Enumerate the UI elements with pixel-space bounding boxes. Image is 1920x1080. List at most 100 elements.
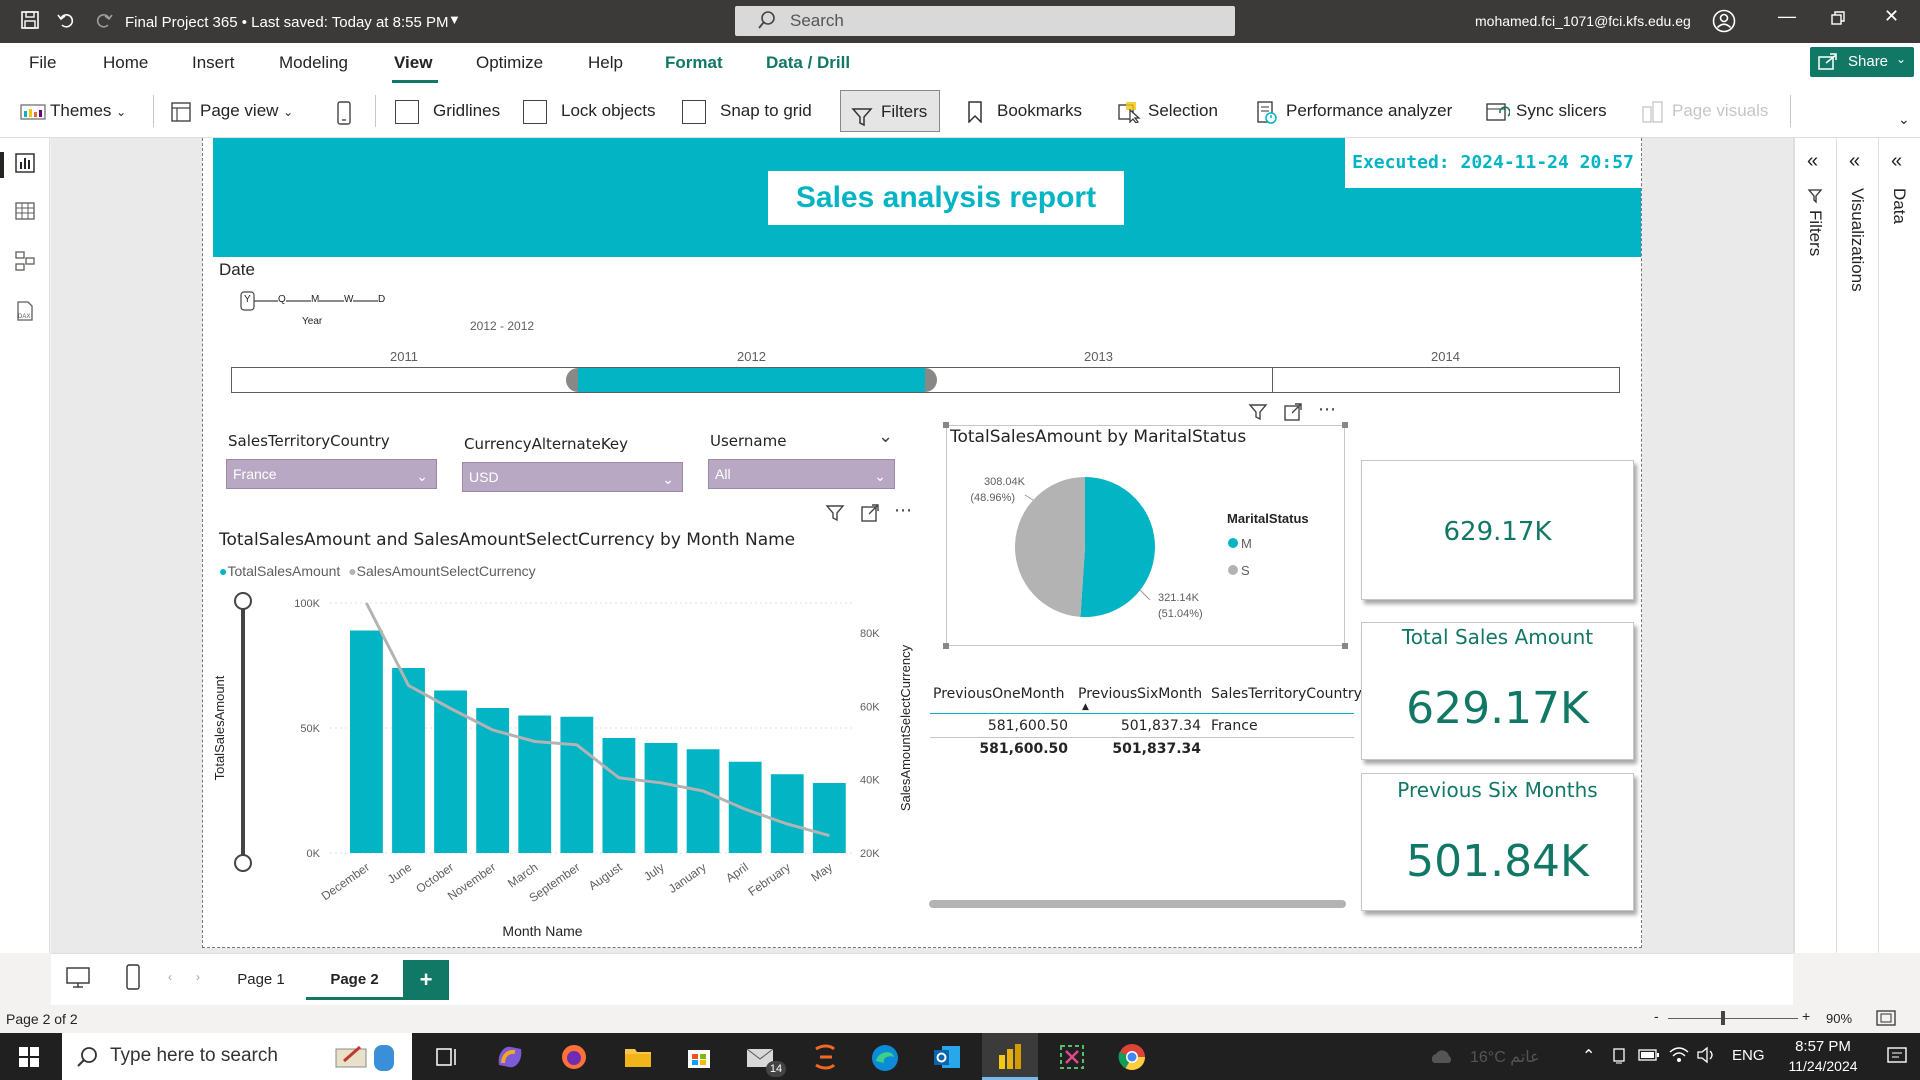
table-cell[interactable]: 581,600.50 xyxy=(933,718,1068,734)
snap-to-grid-toggle[interactable]: Snap to grid xyxy=(682,96,812,126)
pie-visual-focus-mode-icon[interactable] xyxy=(1283,402,1303,427)
timeline-handle-right[interactable] xyxy=(925,368,937,392)
weather-icon[interactable] xyxy=(1428,1047,1454,1072)
mobile-layout-button[interactable] xyxy=(336,96,366,126)
lock-objects-checkbox[interactable] xyxy=(523,99,547,124)
snipping-tool-icon[interactable] xyxy=(1058,1043,1086,1076)
show-hidden-icons-icon[interactable]: ⌃ xyxy=(1582,1046,1595,1066)
page-visuals-button[interactable]: Page visuals xyxy=(1642,96,1768,126)
zoom-slider-thumb[interactable] xyxy=(1721,1011,1725,1025)
date-hierarchy-selector[interactable]: Y Q M W D Year xyxy=(240,290,390,330)
date-level-d[interactable]: D xyxy=(378,294,386,305)
menu-home[interactable]: Home xyxy=(103,53,148,73)
performance-analyzer-button[interactable]: Performance analyzer xyxy=(1256,96,1452,126)
windows-start-icon[interactable] xyxy=(18,1046,40,1073)
next-page-icon[interactable]: › xyxy=(196,970,200,984)
resize-handle[interactable] xyxy=(943,422,949,428)
dax-query-view-icon[interactable]: DAX xyxy=(14,300,36,322)
menu-help[interactable]: Help xyxy=(588,53,623,73)
timeline-handle-left[interactable] xyxy=(566,368,578,392)
snap-to-grid-checkbox[interactable] xyxy=(682,99,706,124)
edge-icon[interactable] xyxy=(870,1043,900,1078)
legend-item-select-currency[interactable]: SalesAmountSelectCurrency xyxy=(357,563,536,579)
copilot-icon[interactable] xyxy=(495,1043,525,1076)
table-header-previous-one-month[interactable]: PreviousOneMonth xyxy=(933,686,1065,702)
fit-to-page-icon[interactable] xyxy=(1876,1009,1896,1030)
username-slicer-dropdown[interactable]: All ⌄ xyxy=(708,459,895,489)
menu-format[interactable]: Format xyxy=(665,53,723,73)
expand-chevron-icon[interactable]: « xyxy=(1807,150,1818,173)
filters-pane-button[interactable]: Filters xyxy=(840,90,941,132)
pie-visual-filter-icon[interactable] xyxy=(1248,402,1268,427)
model-view-icon[interactable] xyxy=(14,250,36,272)
data-pane-collapsed[interactable]: « Data xyxy=(1878,138,1920,953)
wifi-icon[interactable] xyxy=(1668,1046,1690,1069)
date-level-q[interactable]: Q xyxy=(278,294,286,305)
prev-page-icon[interactable]: ‹ xyxy=(168,970,172,984)
firefox-icon[interactable] xyxy=(560,1043,588,1076)
combo-visual-filter-icon[interactable] xyxy=(825,503,845,528)
save-icon[interactable] xyxy=(20,10,40,35)
menu-insert[interactable]: Insert xyxy=(192,53,235,73)
microsoft-store-icon[interactable] xyxy=(686,1044,712,1075)
restore-icon[interactable] xyxy=(1830,10,1846,31)
chrome-icon[interactable] xyxy=(1118,1043,1146,1076)
gridlines-toggle[interactable]: Gridlines xyxy=(395,96,500,126)
zoom-out-icon[interactable]: - xyxy=(1654,1008,1659,1024)
power-bi-taskbar-item[interactable] xyxy=(982,1033,1038,1080)
desktop-layout-icon[interactable] xyxy=(65,966,91,995)
bookmarks-pane-button[interactable]: Bookmarks xyxy=(967,96,1082,126)
add-page-button[interactable]: + xyxy=(403,960,449,1000)
page-tab-2[interactable]: Page 2 xyxy=(306,960,403,1000)
undo-icon[interactable] xyxy=(56,10,76,35)
battery-icon[interactable] xyxy=(1638,1048,1660,1067)
resize-handle[interactable] xyxy=(1342,643,1348,649)
resize-handle[interactable] xyxy=(943,643,949,649)
weather-text[interactable]: 16°C عاتم xyxy=(1470,1047,1540,1067)
table-visual[interactable]: PreviousOneMonth PreviousSixMonth ▲ Sale… xyxy=(930,684,1362,757)
document-title[interactable]: Final Project 365 • Last saved: Today at… xyxy=(125,14,449,31)
ribbon-collapse-chevron-icon[interactable]: ⌄ xyxy=(1898,111,1910,128)
search-box[interactable]: Search xyxy=(735,6,1235,36)
table-header-previous-six-month[interactable]: PreviousSixMonth xyxy=(1078,686,1202,702)
report-view-icon[interactable] xyxy=(14,152,36,174)
combo-visual-more-options-icon[interactable]: ⋯ xyxy=(894,500,912,521)
taskbar-search-box[interactable]: Type here to search xyxy=(62,1033,412,1080)
zoom-in-icon[interactable]: + xyxy=(1802,1008,1810,1024)
close-icon[interactable]: ✕ xyxy=(1884,6,1899,27)
expand-chevron-icon[interactable]: « xyxy=(1891,150,1902,173)
gridlines-checkbox[interactable] xyxy=(395,99,419,124)
table-cell[interactable]: France xyxy=(1211,718,1258,734)
sync-slicers-button[interactable]: Sync slicers xyxy=(1486,96,1607,126)
share-button[interactable]: Share ⌄ xyxy=(1810,47,1914,77)
clock-time[interactable]: 8:57 PM xyxy=(1788,1038,1858,1055)
table-header-sales-territory[interactable]: SalesTerritoryCountry xyxy=(1211,686,1362,702)
redo-icon[interactable] xyxy=(94,10,114,35)
device-icon[interactable] xyxy=(1610,1047,1628,1070)
expand-chevron-icon[interactable]: « xyxy=(1849,150,1860,173)
clock-date[interactable]: 11/24/2024 xyxy=(1775,1058,1871,1074)
volume-icon[interactable] xyxy=(1696,1046,1718,1069)
lock-objects-toggle[interactable]: Lock objects xyxy=(523,96,656,126)
date-level-w[interactable]: W xyxy=(344,294,354,305)
combo-visual-focus-mode-icon[interactable] xyxy=(860,503,880,528)
table-view-icon[interactable] xyxy=(14,200,36,222)
outlook-icon[interactable] xyxy=(932,1043,962,1076)
timeline-selection-2012[interactable] xyxy=(578,368,925,392)
zoom-slider-track[interactable] xyxy=(1668,1018,1798,1019)
menu-modeling[interactable]: Modeling xyxy=(279,53,348,73)
file-explorer-icon[interactable] xyxy=(624,1045,652,1074)
page-tab-1[interactable]: Page 1 xyxy=(216,960,306,1000)
country-slicer-dropdown[interactable]: France ⌄ xyxy=(226,459,437,489)
menu-data-drill[interactable]: Data / Drill xyxy=(766,53,850,73)
task-view-icon[interactable] xyxy=(436,1047,458,1072)
date-level-y[interactable]: Y xyxy=(244,294,251,305)
pie-visual-more-options-icon[interactable]: ⋯ xyxy=(1318,399,1336,420)
notifications-icon[interactable] xyxy=(1886,1046,1908,1071)
minimize-icon[interactable]: — xyxy=(1778,6,1796,27)
title-dropdown-icon[interactable]: ▼ xyxy=(448,12,461,27)
menu-optimize[interactable]: Optimize xyxy=(476,53,543,73)
legend-item-total-sales[interactable]: TotalSalesAmount xyxy=(227,563,340,579)
currency-slicer-dropdown[interactable]: USD ⌄ xyxy=(462,462,683,492)
selection-pane-button[interactable]: Selection xyxy=(1118,96,1218,126)
